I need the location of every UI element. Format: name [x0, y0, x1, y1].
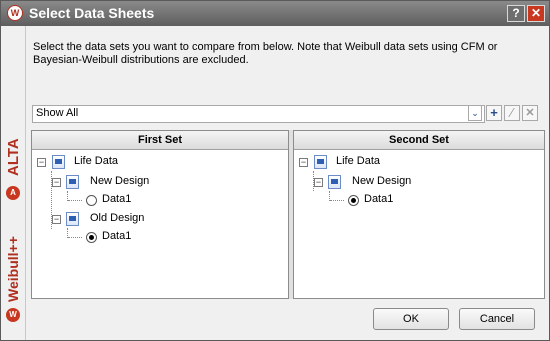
tree-item-label[interactable]: Data1 [102, 230, 131, 242]
data-folder-icon [66, 212, 79, 226]
add-icon[interactable]: + [486, 105, 502, 121]
filter-select[interactable]: Show All [32, 105, 485, 123]
collapse-icon[interactable]: − [52, 178, 61, 187]
tree-folder-label[interactable]: Old Design [90, 212, 144, 224]
tree-folder-label[interactable]: New Design [90, 175, 149, 187]
close-button[interactable]: ✕ [527, 5, 545, 22]
collapse-icon[interactable]: − [299, 158, 308, 167]
data-folder-icon [328, 175, 341, 189]
weibull-logo-icon: W [7, 5, 23, 21]
filter-value: Show All [36, 107, 79, 119]
radio-button-selected[interactable] [86, 232, 97, 243]
title-bar[interactable]: W Select Data Sheets ? ✕ [1, 1, 549, 26]
first-set-panel: First Set − Life Data − New Design Data1… [31, 130, 289, 299]
second-set-panel: Second Set − Life Data − New Design Data… [293, 130, 545, 299]
tree-item-label[interactable]: Data1 [102, 193, 131, 205]
radio-button-selected[interactable] [348, 195, 359, 206]
tree-line [68, 237, 82, 238]
edit-icon[interactable]: ∕ [504, 105, 520, 121]
instructions-text: Select the data sets you want to compare… [33, 41, 498, 66]
collapse-icon[interactable]: − [37, 158, 46, 167]
collapse-icon[interactable]: − [314, 178, 323, 187]
tree-line [330, 200, 344, 201]
data-folder-icon [66, 175, 79, 189]
tree-line [68, 200, 82, 201]
tree-folder-label[interactable]: New Design [352, 175, 411, 187]
window-title: Select Data Sheets [29, 5, 155, 21]
help-button[interactable]: ? [507, 5, 525, 22]
tree-root-label[interactable]: Life Data [74, 155, 118, 167]
weibull-product-label: Weibull++ [5, 236, 21, 302]
select-data-sheets-dialog: W Select Data Sheets ? ✕ ALTA A Weibull+… [0, 0, 550, 341]
radio-button[interactable] [86, 195, 97, 206]
second-set-header: Second Set [294, 131, 544, 150]
cancel-button[interactable]: Cancel [459, 308, 535, 330]
weibull-badge-icon: W [6, 308, 20, 322]
data-folder-icon [52, 155, 65, 169]
alta-badge-icon: A [6, 186, 20, 200]
delete-icon[interactable]: ✕ [522, 105, 538, 121]
alta-product-label: ALTA [5, 138, 22, 176]
tree-root-label[interactable]: Life Data [336, 155, 380, 167]
data-folder-icon [314, 155, 327, 169]
tree-item-label[interactable]: Data1 [364, 193, 393, 205]
first-set-header: First Set [32, 131, 288, 150]
product-sidebar: ALTA A Weibull++ W [1, 26, 26, 340]
chevron-down-icon[interactable]: ⌄ [468, 105, 482, 121]
collapse-icon[interactable]: − [52, 215, 61, 224]
ok-button[interactable]: OK [373, 308, 449, 330]
